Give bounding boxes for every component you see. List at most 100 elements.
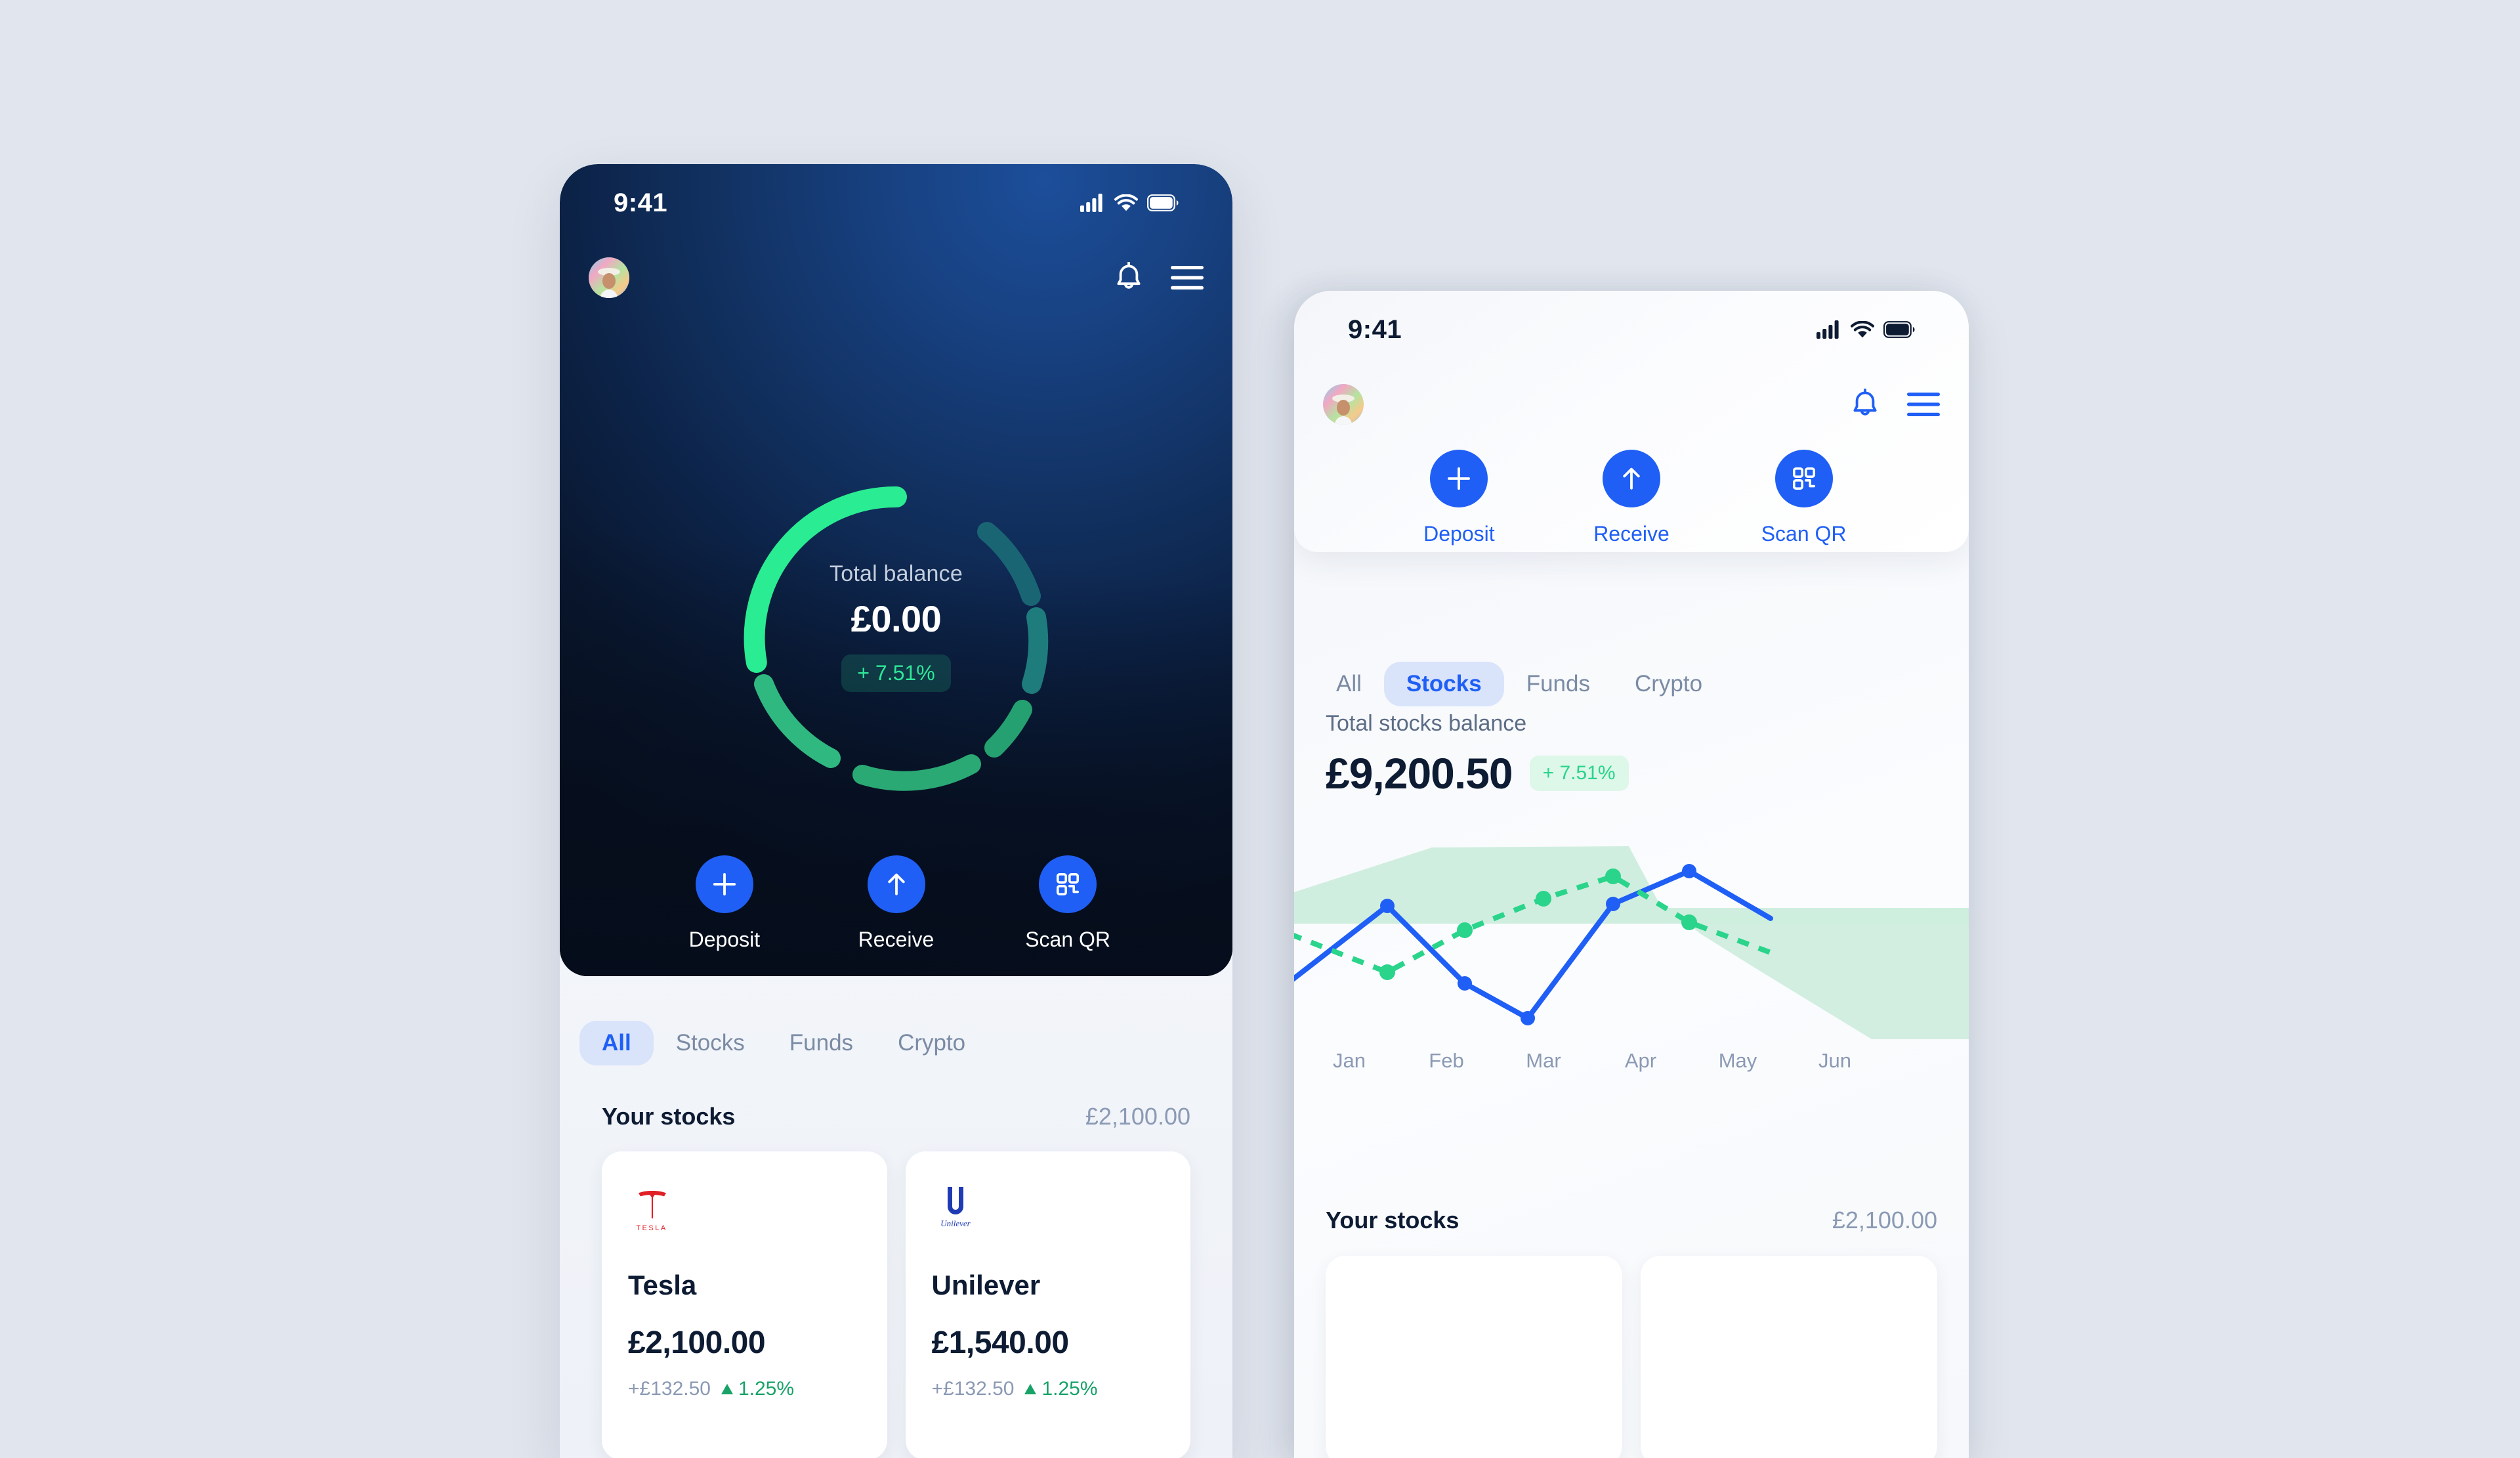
- stock-change-abs: +£132.50: [628, 1378, 711, 1400]
- receive-label: Receive: [858, 928, 934, 951]
- plus-icon: [713, 872, 736, 896]
- tab-all[interactable]: All: [1314, 662, 1384, 706]
- total-stocks-balance-label: Total stocks balance: [1326, 711, 1527, 736]
- battery-icon: [1147, 194, 1179, 211]
- your-stocks-header-phone2: Your stocks £2,100.00: [1326, 1207, 1937, 1234]
- stock-card-unilever[interactable]: Unilever Unilever £1,540.00 +£132.50 1.2…: [905, 1151, 1190, 1458]
- wifi-icon: [1851, 320, 1874, 337]
- your-stocks-title: Your stocks: [602, 1103, 736, 1130]
- axis-tick-may: May: [1718, 1049, 1757, 1072]
- receive-button[interactable]: Receive: [1545, 450, 1718, 546]
- qr-code-icon: [1792, 467, 1815, 490]
- your-stocks-header-phone1: Your stocks £2,100.00: [602, 1103, 1190, 1130]
- stock-change-pct-value: 1.25%: [738, 1378, 795, 1400]
- hamburger-menu-icon[interactable]: [1171, 266, 1204, 289]
- header-icons-phone1: [1114, 262, 1204, 293]
- screenshot-stage: 9:41 Total balance £0.00 + 7.51% Deposit…: [0, 0, 2520, 1458]
- tab-funds[interactable]: Funds: [1504, 662, 1612, 706]
- deposit-label: Deposit: [1423, 522, 1495, 546]
- stock-cards-phone2: [1326, 1256, 1937, 1458]
- stock-price: £2,100.00: [628, 1325, 766, 1360]
- tab-stocks[interactable]: Stocks: [654, 1021, 767, 1065]
- stock-change-pct: 1.25%: [1023, 1378, 1098, 1400]
- phone-1-screen: 9:41 Total balance £0.00 + 7.51% Deposit…: [560, 164, 1232, 1458]
- stock-change-pct-value: 1.25%: [1041, 1378, 1098, 1400]
- unilever-logo: Unilever: [932, 1180, 1165, 1237]
- tesla-logo: TESLA: [628, 1180, 861, 1237]
- tab-stocks[interactable]: Stocks: [1383, 662, 1504, 706]
- signal-bars-icon: [1816, 320, 1839, 339]
- stock-card-tesla[interactable]: TESLA Tesla £2,100.00 +£132.50 1.25%: [602, 1151, 887, 1458]
- scan-qr-label: Scan QR: [1025, 928, 1111, 951]
- axis-tick-jan: Jan: [1333, 1049, 1366, 1072]
- stock-change-abs: +£132.50: [931, 1378, 1015, 1400]
- stock-price: £1,540.00: [931, 1325, 1070, 1360]
- stock-name: Tesla: [628, 1270, 697, 1300]
- your-stocks-amount: £2,100.00: [1832, 1207, 1937, 1233]
- category-tabs-phone1: All Stocks Funds Crypto: [579, 1021, 988, 1065]
- stock-cards-phone1: TESLA Tesla £2,100.00 +£132.50 1.25% Uni…: [602, 1151, 1190, 1458]
- bell-icon[interactable]: [1114, 262, 1143, 293]
- total-stocks-balance-amount: £9,200.50: [1326, 749, 1513, 798]
- triangle-up-icon: [721, 1384, 733, 1394]
- axis-tick-apr: Apr: [1624, 1049, 1657, 1072]
- svg-text:Unilever: Unilever: [940, 1218, 971, 1228]
- triangle-up-icon: [1024, 1384, 1037, 1394]
- tab-funds[interactable]: Funds: [767, 1021, 875, 1065]
- receive-icon-circle: [867, 855, 925, 913]
- tab-crypto[interactable]: Crypto: [1612, 662, 1725, 706]
- axis-tick-feb: Feb: [1429, 1049, 1464, 1072]
- app-header-phone1: [560, 257, 1232, 298]
- scan-qr-label: Scan QR: [1761, 522, 1847, 546]
- hamburger-menu-icon[interactable]: [1907, 393, 1940, 416]
- bell-icon[interactable]: [1851, 389, 1880, 420]
- total-balance-donut-chart: Total balance £0.00 + 7.51%: [726, 467, 1067, 809]
- total-stocks-change-badge: + 7.51%: [1529, 756, 1629, 791]
- your-stocks-title: Your stocks: [1326, 1207, 1460, 1233]
- total-balance-label: Total balance: [830, 561, 963, 586]
- avatar[interactable]: [589, 257, 629, 298]
- axis-tick-mar: Mar: [1526, 1049, 1561, 1072]
- receive-button[interactable]: Receive: [810, 855, 982, 952]
- total-stocks-balance-row: £9,200.50 + 7.51%: [1326, 748, 1629, 798]
- deposit-button[interactable]: Deposit: [1373, 450, 1545, 546]
- axis-tick-jun: Jun: [1818, 1049, 1851, 1072]
- status-indicators: [1080, 194, 1179, 212]
- tab-crypto[interactable]: Crypto: [875, 1021, 988, 1065]
- svg-text:TESLA: TESLA: [636, 1224, 667, 1232]
- tab-all[interactable]: All: [579, 1021, 654, 1065]
- status-bar-phone1: 9:41: [560, 173, 1232, 232]
- receive-icon-circle: [1603, 450, 1660, 507]
- stock-name: Unilever: [931, 1270, 1041, 1300]
- app-header-phone2: [1294, 384, 1969, 425]
- performance-chart-svg: [1294, 846, 1969, 1039]
- quick-actions-phone1: Deposit Receive Scan QR: [639, 855, 1154, 952]
- stock-card-placeholder-1[interactable]: [1326, 1256, 1622, 1458]
- chart-x-axis: Jan Feb Mar Apr May Jun: [1301, 1049, 1883, 1073]
- total-stocks-balance-block: Total stocks balance £9,200.50 + 7.51%: [1326, 711, 1629, 798]
- deposit-icon-circle: [1430, 450, 1488, 507]
- scan-qr-button[interactable]: Scan QR: [982, 855, 1154, 952]
- donut-center-content: Total balance £0.00 + 7.51%: [726, 561, 1067, 692]
- stock-change: +£132.50 1.25%: [932, 1378, 1165, 1400]
- status-bar-phone2: 9:41: [1294, 300, 1969, 359]
- deposit-label: Deposit: [688, 928, 761, 951]
- status-indicators: [1816, 320, 1915, 339]
- status-time: 9:41: [1348, 314, 1402, 344]
- stock-change-pct: 1.25%: [720, 1378, 794, 1400]
- signal-bars-icon: [1080, 194, 1102, 212]
- your-stocks-amount: £2,100.00: [1085, 1103, 1190, 1130]
- plus-icon: [1448, 467, 1471, 490]
- phone-2-screen: 9:41 Deposit Receive Scan QR All Stocks …: [1294, 291, 1969, 1458]
- quick-actions-phone2: Deposit Receive Scan QR: [1373, 450, 1890, 546]
- stock-card-placeholder-2[interactable]: [1641, 1256, 1937, 1458]
- stock-change: +£132.50 1.25%: [628, 1378, 861, 1400]
- avatar[interactable]: [1323, 384, 1364, 425]
- wifi-icon: [1114, 194, 1138, 211]
- deposit-icon-circle: [695, 855, 753, 913]
- category-tabs-phone2: All Stocks Funds Crypto: [1314, 662, 1725, 706]
- scan-qr-button[interactable]: Scan QR: [1717, 450, 1890, 546]
- deposit-button[interactable]: Deposit: [639, 855, 810, 952]
- scan-qr-icon-circle: [1039, 855, 1097, 913]
- total-balance-change-badge: + 7.51%: [841, 654, 951, 692]
